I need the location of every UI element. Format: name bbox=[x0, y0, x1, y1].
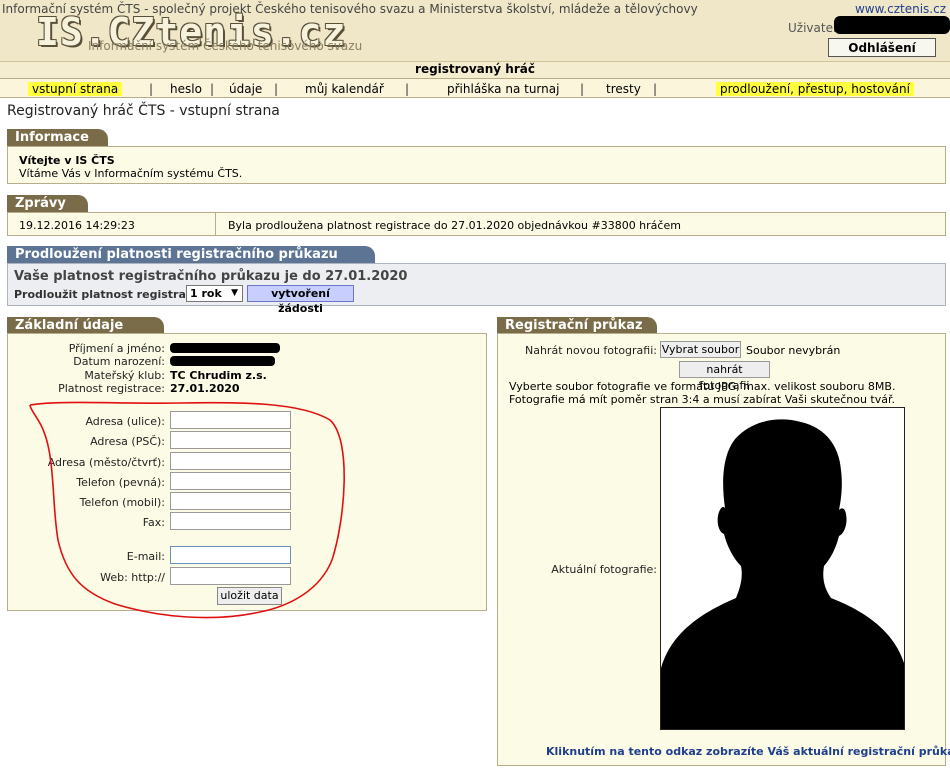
street-input[interactable] bbox=[170, 411, 291, 429]
current-photo bbox=[660, 407, 905, 730]
validity-value: 27.01.2020 bbox=[170, 382, 240, 395]
main-nav: vstupní strana | heslo | údaje | můj kal… bbox=[0, 78, 950, 98]
upload-photo-button[interactable]: nahrát fotografii bbox=[679, 361, 770, 392]
info-title: Vítejte v IS ČTS bbox=[19, 154, 115, 167]
registration-card-link[interactable]: Kliknutím na tento odkaz zobrazíte Váš a… bbox=[546, 745, 950, 758]
nav-item-penalties[interactable]: tresty bbox=[606, 82, 641, 96]
zip-input[interactable] bbox=[170, 431, 291, 449]
fax-label: Fax: bbox=[142, 516, 165, 529]
create-request-button[interactable]: vytvoření žádosti bbox=[247, 285, 354, 315]
nav-item-password[interactable]: heslo bbox=[170, 82, 202, 96]
email-input[interactable] bbox=[170, 546, 291, 564]
info-text: Vítáme Vás v Informačním systému ČTS. bbox=[19, 167, 243, 180]
birth-redaction bbox=[170, 356, 275, 366]
nav-separator: | bbox=[405, 82, 410, 96]
zip-label: Adresa (PSČ): bbox=[90, 435, 165, 448]
nav-separator: | bbox=[274, 82, 279, 96]
mobile-input[interactable] bbox=[170, 492, 291, 510]
email-label: E-mail: bbox=[126, 550, 165, 563]
extension-label: Prodloužit platnost registrace o bbox=[14, 288, 212, 301]
web-input[interactable] bbox=[170, 567, 291, 585]
city-label: Adresa (město/čtvrť): bbox=[47, 456, 165, 469]
save-data-button[interactable]: uložit data bbox=[217, 587, 282, 605]
fax-input[interactable] bbox=[170, 512, 291, 530]
nav-separator: | bbox=[149, 82, 154, 96]
current-photo-label: Aktuální fotografie: bbox=[551, 563, 657, 576]
nav-item-tournament-entry[interactable]: přihláška na turnaj bbox=[447, 82, 559, 96]
no-file-status: Soubor nevybrán bbox=[746, 344, 841, 357]
photo-hint: Vyberte soubor fotografie ve formátu JPG… bbox=[509, 380, 896, 406]
registration-card-section-tab: Registrační průkaz bbox=[497, 317, 657, 334]
extension-panel: Vaše platnost registračního průkazu je d… bbox=[7, 263, 946, 315]
nav-separator: | bbox=[580, 82, 585, 96]
info-section-tab: Informace bbox=[7, 129, 108, 146]
street-label: Adresa (ulice): bbox=[85, 415, 165, 428]
name-label: Příjmení a jméno: bbox=[68, 342, 165, 355]
column-divider bbox=[215, 213, 216, 235]
role-label: registrovaný hráč bbox=[0, 62, 950, 78]
nav-item-details[interactable]: údaje bbox=[229, 82, 262, 96]
message-text: Byla prodloužena platnost registrace do … bbox=[228, 219, 681, 232]
name-redaction bbox=[170, 343, 280, 353]
user-name-redaction bbox=[834, 16, 950, 34]
logout-button[interactable]: Odhlášení bbox=[828, 38, 936, 57]
birth-label: Datum narození: bbox=[73, 355, 165, 368]
chevron-down-icon: ▼ bbox=[231, 288, 238, 298]
choose-file-button[interactable]: Vybrat soubor bbox=[660, 341, 741, 358]
web-label: Web: http:// bbox=[100, 571, 165, 584]
logo-subtitle: Informační systém Českého tenisového sva… bbox=[88, 39, 363, 53]
nav-separator: | bbox=[210, 82, 215, 96]
page-title: Registrovaný hráč ČTS - vstupní strana bbox=[7, 103, 280, 119]
messages-panel: 19.12.2016 14:29:23 Byla prodloužena pla… bbox=[7, 212, 946, 236]
phone-label: Telefon (pevná): bbox=[76, 476, 165, 489]
nav-item-extension-transfer[interactable]: prodloužení, přestup, hostování bbox=[716, 82, 914, 96]
nav-separator: | bbox=[653, 82, 658, 96]
mobile-label: Telefon (mobil): bbox=[79, 496, 165, 509]
phone-input[interactable] bbox=[170, 472, 291, 490]
upload-photo-label: Nahrát novou fotografii: bbox=[524, 344, 657, 357]
nav-item-home[interactable]: vstupní strana bbox=[28, 82, 123, 96]
silhouette-icon bbox=[661, 419, 904, 729]
website-link[interactable]: www.cztenis.cz bbox=[855, 2, 946, 16]
validity-label: Platnost registrace: bbox=[58, 382, 165, 395]
extension-section-tab: Prodloužení platnosti registračního průk… bbox=[7, 246, 375, 263]
message-date: 19.12.2016 14:29:23 bbox=[19, 219, 135, 232]
club-label: Mateřský klub: bbox=[84, 369, 165, 382]
extension-heading: Vaše platnost registračního průkazu je d… bbox=[14, 269, 408, 284]
extension-period-value: 1 rok bbox=[190, 287, 222, 300]
messages-section-tab: Zprávy bbox=[7, 195, 88, 212]
info-panel: Vítejte v IS ČTS Vítáme Vás v Informační… bbox=[7, 146, 946, 184]
extension-period-select[interactable]: 1 rok ▼ bbox=[186, 285, 243, 302]
city-input[interactable] bbox=[170, 452, 291, 470]
user-label: Uživatel: bbox=[788, 21, 841, 35]
nav-item-calendar[interactable]: můj kalendář bbox=[305, 82, 384, 96]
basic-info-section-tab: Základní údaje bbox=[7, 317, 164, 334]
club-value: TC Chrudim z.s. bbox=[170, 369, 267, 382]
